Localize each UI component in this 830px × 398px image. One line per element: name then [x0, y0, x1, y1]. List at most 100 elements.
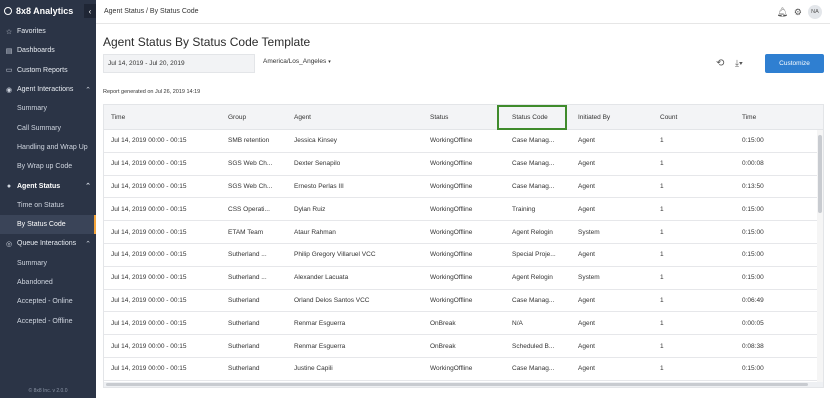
sidebar-group-queue-interactions[interactable]: ◎ Queue Interactions ⌃ — [0, 234, 96, 253]
cell-count: 1 — [660, 160, 664, 168]
table-row[interactable]: Jul 14, 2019 00:00 - 00:15 Sutherland Orla… — [104, 290, 823, 313]
sidebar-item-by-wrap-up-code[interactable]: By Wrap up Code — [0, 157, 96, 176]
sidebar-nav: ☆ Favorites ▤ Dashboards ▭ Custom Report… — [0, 22, 96, 331]
sidebar-item-handling-wrap-up[interactable]: Handling and Wrap Up — [0, 138, 96, 157]
table-row[interactable]: Jul 14, 2019 00:00 - 00:15 Sutherland Renm… — [104, 312, 823, 336]
collapse-sidebar-button[interactable]: ‹ — [84, 4, 96, 18]
table-row[interactable]: Jul 14, 2019 00:00 - 00:15 Sutherland ...… — [104, 244, 823, 267]
table-row[interactable]: Jul 14, 2019 00:00 - 00:15 SGS Web Ch... D… — [104, 153, 823, 176]
column-header-agent[interactable]: Agent — [290, 114, 426, 121]
avatar[interactable]: NA — [808, 5, 822, 19]
cell-initiated-by: Agent — [578, 182, 595, 190]
table-row[interactable]: Jul 14, 2019 00:00 - 00:15 Sutherland Renm… — [104, 335, 823, 358]
cell-initiated-by: Agent — [578, 365, 595, 373]
customize-button[interactable]: Customize — [765, 54, 824, 73]
cell-count: 1 — [660, 205, 664, 213]
person-icon: ● — [6, 182, 12, 190]
sidebar-group-agent-interactions[interactable]: ◉ Agent Interactions ⌃ — [0, 80, 96, 99]
column-header-group[interactable]: Group — [224, 114, 290, 121]
top-icons: 🔔︎ ⚙ NA — [776, 5, 822, 19]
cell-initiated-by: Agent — [578, 251, 595, 259]
cell-status-code: Case Manag... — [512, 365, 555, 373]
sidebar-item-by-status-code[interactable]: By Status Code — [0, 214, 96, 235]
cell-agent: Ataur Rahman — [294, 228, 336, 236]
cell-count: 1 — [660, 274, 664, 282]
cell-status-code: Agent Relogin — [512, 228, 553, 236]
horizontal-scrollbar[interactable] — [104, 382, 823, 387]
top-bar: Agent Status / By Status Code 🔔︎ ⚙ NA — [96, 0, 830, 24]
cell-duration: 0:06:49 — [742, 296, 764, 304]
column-header-initiated-by[interactable]: Initiated By — [574, 114, 656, 121]
sidebar-item-queue-summary[interactable]: Summary — [0, 254, 96, 273]
table-row[interactable]: Jul 14, 2019 00:00 - 00:15 SMB retention J… — [104, 130, 823, 153]
sidebar: 8x8 Analytics ☆ Favorites ▤ Dashboards ▭… — [0, 0, 96, 398]
table-row[interactable]: Jul 14, 2019 00:00 - 00:15 Sutherland ...… — [104, 267, 823, 290]
cell-group: Sutherland ... — [228, 274, 267, 282]
cell-group: ETAM Team — [228, 228, 264, 236]
cell-status: WorkingOffline — [430, 205, 473, 213]
brand-name: 8x8 Analytics — [16, 6, 74, 16]
table-row[interactable]: Jul 14, 2019 00:00 - 00:15 CSS Operati...… — [104, 198, 823, 222]
column-header-status[interactable]: Status — [426, 114, 508, 121]
cell-duration: 0:15:00 — [742, 274, 764, 282]
sidebar-item-label: Dashboards — [17, 47, 55, 55]
table-row[interactable]: Jul 14, 2019 00:00 - 00:15 ETAM Team Ataur… — [104, 221, 823, 244]
sidebar-item-label: Custom Reports — [17, 66, 68, 74]
sidebar-item-custom-reports[interactable]: ▭ Custom Reports — [0, 61, 96, 80]
chevron-up-icon: ⌃ — [85, 240, 91, 248]
table-row[interactable]: Jul 14, 2019 00:00 - 00:15 SGS Web Ch... E… — [104, 176, 823, 199]
version-footer: © 8x8 Inc. v 2.0.0 — [28, 388, 68, 394]
cell-initiated-by: System — [578, 228, 600, 236]
date-range-field[interactable]: Jul 14, 2019 - Jul 20, 2019 — [103, 54, 255, 73]
cell-initiated-by: System — [578, 274, 600, 282]
cell-count: 1 — [660, 342, 664, 350]
cell-status: WorkingOffline — [430, 137, 473, 145]
cell-time: Jul 14, 2019 00:00 - 00:15 — [111, 205, 187, 213]
column-header-duration[interactable]: Time — [738, 114, 808, 121]
sidebar-item-favorites[interactable]: ☆ Favorites — [0, 22, 96, 41]
sidebar-item-call-summary[interactable]: Call Summary — [0, 118, 96, 137]
cell-duration: 0:13:50 — [742, 182, 764, 190]
timezone-value: America/Los_Angeles — [263, 58, 327, 65]
table-row[interactable]: Jul 14, 2019 00:00 - 00:15 Sutherland Just… — [104, 358, 823, 381]
sidebar-group-agent-status[interactable]: ● Agent Status ⌃ — [0, 176, 96, 195]
cell-agent: Justine Capili — [294, 365, 333, 373]
gear-icon[interactable]: ⚙ — [794, 7, 802, 18]
vertical-scroll-thumb[interactable] — [818, 135, 822, 213]
column-header-count[interactable]: Count — [656, 114, 738, 121]
table-body: Jul 14, 2019 00:00 - 00:15 SMB retention J… — [104, 130, 823, 381]
sidebar-item-label: Queue Interactions — [17, 240, 77, 248]
cell-duration: 0:15:00 — [742, 205, 764, 213]
sidebar-item-abandoned[interactable]: Abandoned — [0, 273, 96, 292]
cell-time: Jul 14, 2019 00:00 - 00:15 — [111, 319, 187, 327]
cell-time: Jul 14, 2019 00:00 - 00:15 — [111, 365, 187, 373]
dashboard-icon: ▤ — [5, 47, 13, 55]
cell-group: Sutherland — [228, 319, 260, 327]
cell-group: Sutherland — [228, 365, 260, 373]
sidebar-item-accepted-online[interactable]: Accepted - Online — [0, 292, 96, 311]
sidebar-item-accepted-offline[interactable]: Accepted - Offline — [0, 311, 96, 330]
cell-time: Jul 14, 2019 00:00 - 00:15 — [111, 228, 187, 236]
table-header: Time Group Agent Status Status Code Init… — [104, 105, 823, 130]
cell-initiated-by: Agent — [578, 160, 595, 168]
cell-initiated-by: Agent — [578, 319, 595, 327]
sidebar-item-summary[interactable]: Summary — [0, 99, 96, 118]
refresh-icon[interactable]: ⟲ — [716, 58, 724, 69]
agent-icon: ◉ — [5, 86, 13, 94]
cell-group: Sutherland — [228, 296, 260, 304]
cell-status-code: Special Proje... — [512, 251, 556, 259]
cell-time: Jul 14, 2019 00:00 - 00:15 — [111, 182, 187, 190]
cell-agent: Renmar Esguerra — [294, 319, 346, 327]
cell-status: WorkingOffline — [430, 182, 473, 190]
bell-icon[interactable]: 🔔︎ — [776, 7, 787, 18]
horizontal-scroll-thumb[interactable] — [106, 383, 808, 386]
sidebar-item-time-on-status[interactable]: Time on Status — [0, 196, 96, 215]
cell-group: Sutherland — [228, 342, 260, 350]
sidebar-item-dashboards[interactable]: ▤ Dashboards — [0, 41, 96, 60]
timezone-select[interactable]: America/Los_Angeles ▾ — [263, 58, 331, 65]
brand: 8x8 Analytics — [0, 0, 96, 22]
column-header-time[interactable]: Time — [104, 114, 224, 121]
cell-initiated-by: Agent — [578, 205, 595, 213]
download-icon[interactable]: ⤓▾ — [735, 58, 743, 69]
cell-duration: 0:15:00 — [742, 365, 764, 373]
